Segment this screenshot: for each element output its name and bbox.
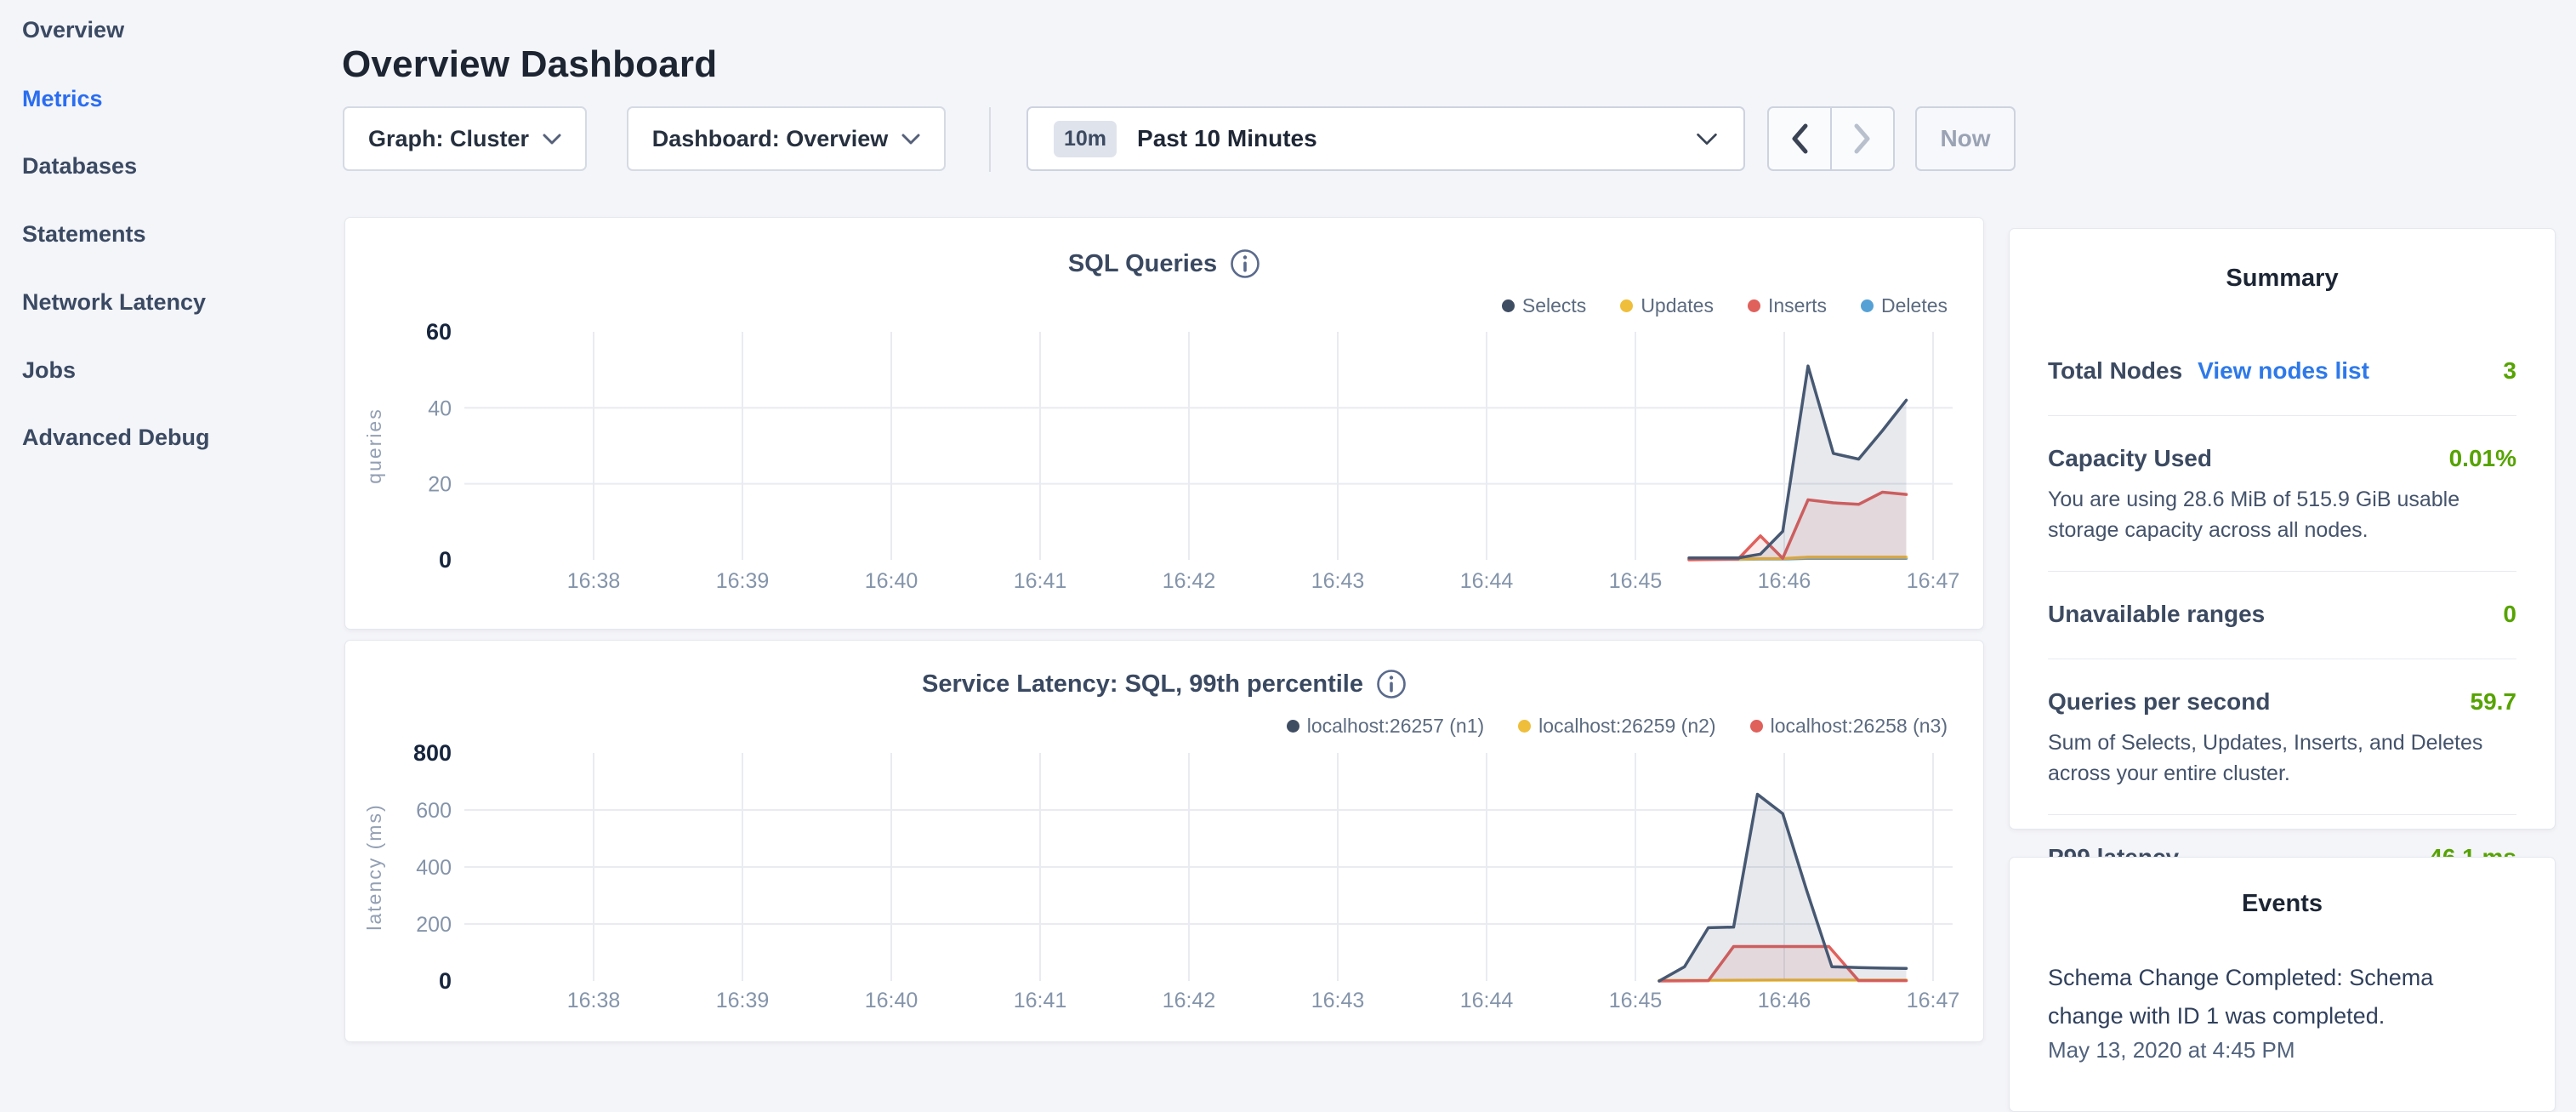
summary-divider: [2048, 571, 2516, 572]
sidebar-item-network-latency[interactable]: Network Latency: [22, 289, 206, 316]
svg-text:16:44: 16:44: [1460, 569, 1514, 593]
event-item-timestamp: May 13, 2020 at 4:45 PM: [2048, 1037, 2516, 1064]
event-item-text[interactable]: Schema Change Completed: Schema change w…: [2048, 959, 2448, 1035]
events-panel: Events Schema Change Completed: Schema c…: [2009, 857, 2556, 1112]
sidebar: Overview Metrics Databases Statements Networ…: [0, 0, 340, 1052]
dashboard-selector-dropdown[interactable]: Dashboard: Overview: [627, 106, 946, 171]
svg-text:latency (ms): latency (ms): [363, 803, 385, 930]
chevron-left-icon: [1789, 123, 1810, 154]
time-step-forward-button[interactable]: [1830, 108, 1893, 169]
svg-text:40: 40: [428, 396, 452, 420]
svg-text:800: 800: [413, 740, 452, 766]
service-latency-chart-card: Service Latency: SQL, 99th percentile lo…: [344, 640, 1984, 1042]
sidebar-item-statements[interactable]: Statements: [22, 221, 146, 248]
capacity-used-description: You are using 28.6 MiB of 515.9 GiB usab…: [2048, 484, 2516, 545]
now-button-label: Now: [1940, 125, 1990, 152]
svg-text:16:38: 16:38: [567, 989, 621, 1012]
svg-text:16:41: 16:41: [1014, 569, 1067, 593]
svg-text:16:43: 16:43: [1311, 989, 1365, 1012]
svg-text:16:42: 16:42: [1163, 989, 1216, 1012]
svg-text:16:42: 16:42: [1163, 569, 1216, 593]
sql-queries-plot[interactable]: 16:38 16:39 16:40 16:41 16:42 16:43 16:44 16:45…: [345, 218, 1985, 630]
svg-text:16:40: 16:40: [865, 569, 918, 593]
view-nodes-list-link[interactable]: View nodes list: [2198, 357, 2369, 385]
sidebar-item-jobs[interactable]: Jobs: [22, 357, 76, 384]
now-button[interactable]: Now: [1915, 106, 2016, 171]
queries-per-second-value: 59.7: [2471, 688, 2517, 716]
chevron-down-icon: [543, 134, 561, 145]
capacity-used-label: Capacity Used: [2048, 445, 2212, 472]
graph-selector-label: Graph: Cluster: [368, 126, 529, 152]
total-nodes-label: Total Nodes: [2048, 357, 2182, 385]
summary-panel: Summary Total Nodes View nodes list 3 Ca…: [2009, 228, 2556, 830]
svg-text:16:47: 16:47: [1907, 569, 1960, 593]
chevron-down-icon: [1696, 133, 1718, 145]
time-step-buttons: [1767, 106, 1895, 171]
time-step-back-button[interactable]: [1769, 108, 1830, 169]
svg-text:16:45: 16:45: [1609, 989, 1663, 1012]
capacity-used-value: 0.01%: [2449, 445, 2516, 472]
sidebar-item-overview[interactable]: Overview: [22, 17, 124, 43]
queries-per-second-label: Queries per second: [2048, 688, 2270, 716]
chevron-down-icon: [901, 134, 920, 145]
svg-text:16:38: 16:38: [567, 569, 621, 593]
unavailable-ranges-row: Unavailable ranges 0: [2048, 601, 2516, 628]
svg-text:16:41: 16:41: [1014, 989, 1067, 1012]
svg-text:16:47: 16:47: [1907, 989, 1960, 1012]
events-title: Events: [2048, 890, 2516, 918]
svg-text:16:44: 16:44: [1460, 989, 1514, 1012]
time-window-dropdown[interactable]: 10m Past 10 Minutes: [1026, 106, 1745, 171]
service-latency-plot[interactable]: 16:38 16:39 16:40 16:41 16:42 16:43 16:44 16:45…: [345, 641, 1985, 1043]
total-nodes-row: Total Nodes View nodes list 3: [2048, 357, 2516, 385]
time-window-label: Past 10 Minutes: [1137, 125, 1675, 152]
controls-divider: [989, 107, 991, 172]
svg-text:20: 20: [428, 473, 452, 497]
summary-divider: [2048, 814, 2516, 815]
svg-text:60: 60: [426, 319, 452, 345]
svg-text:16:39: 16:39: [716, 569, 770, 593]
sidebar-item-advanced-debug[interactable]: Advanced Debug: [22, 425, 210, 451]
sidebar-item-databases[interactable]: Databases: [22, 153, 137, 180]
summary-divider: [2048, 415, 2516, 416]
svg-text:16:43: 16:43: [1311, 569, 1365, 593]
svg-text:16:39: 16:39: [716, 989, 770, 1012]
unavailable-ranges-label: Unavailable ranges: [2048, 601, 2265, 628]
svg-text:0: 0: [439, 547, 452, 573]
chevron-right-icon: [1852, 123, 1873, 154]
svg-text:0: 0: [439, 968, 452, 994]
capacity-used-row: Capacity Used 0.01%: [2048, 445, 2516, 472]
unavailable-ranges-value: 0: [2503, 601, 2516, 628]
svg-text:queries: queries: [363, 408, 385, 483]
svg-text:16:45: 16:45: [1609, 569, 1663, 593]
sql-queries-chart-card: SQL Queries SelectsUpdatesInsertsDeletes…: [344, 217, 1984, 630]
svg-text:16:46: 16:46: [1758, 569, 1811, 593]
svg-text:16:46: 16:46: [1758, 989, 1811, 1012]
sidebar-item-metrics[interactable]: Metrics: [22, 86, 103, 112]
page-title: Overview Dashboard: [342, 43, 717, 86]
svg-text:400: 400: [416, 856, 452, 880]
graph-selector-dropdown[interactable]: Graph: Cluster: [343, 106, 587, 171]
total-nodes-value: 3: [2503, 357, 2516, 385]
summary-title: Summary: [2048, 265, 2516, 293]
queries-per-second-row: Queries per second 59.7: [2048, 688, 2516, 716]
svg-text:200: 200: [416, 913, 452, 937]
svg-text:600: 600: [416, 799, 452, 823]
queries-per-second-description: Sum of Selects, Updates, Inserts, and De…: [2048, 727, 2516, 789]
svg-text:16:40: 16:40: [865, 989, 918, 1012]
dashboard-selector-label: Dashboard: Overview: [652, 126, 889, 152]
time-window-badge: 10m: [1054, 121, 1117, 157]
